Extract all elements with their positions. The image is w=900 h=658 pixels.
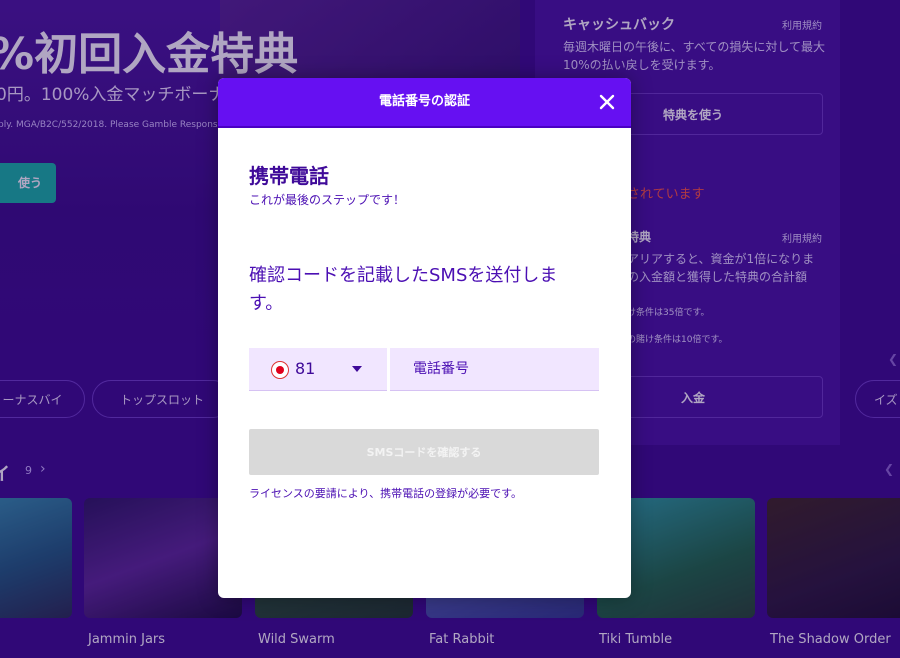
close-icon xyxy=(599,94,615,110)
close-button[interactable] xyxy=(597,92,617,112)
country-code-value: 81 xyxy=(295,359,316,378)
verify-sms-code-button[interactable]: SMSコードを確認する xyxy=(249,429,599,475)
modal-header: 電話番号の認証 xyxy=(218,78,631,128)
phone-number-input[interactable] xyxy=(390,348,599,391)
japan-flag-icon xyxy=(271,361,289,379)
caret-down-icon xyxy=(352,366,362,372)
sms-send-text: 確認コードを記載したSMSを送付します。 xyxy=(249,265,558,314)
license-note: ライセンスの要請により、携帯電話の登録が必要です。 xyxy=(249,487,523,500)
country-code-select[interactable]: 81 xyxy=(249,348,387,391)
last-step-text: これが最後のステップです！ xyxy=(249,193,406,207)
modal-title: 電話番号の認証 xyxy=(378,94,470,109)
mobile-heading: 携帯電話 xyxy=(249,164,329,188)
phone-verification-modal: 電話番号の認証 携帯電話 これが最後のステップです！ 確認コードを記載したSMS… xyxy=(218,78,631,598)
